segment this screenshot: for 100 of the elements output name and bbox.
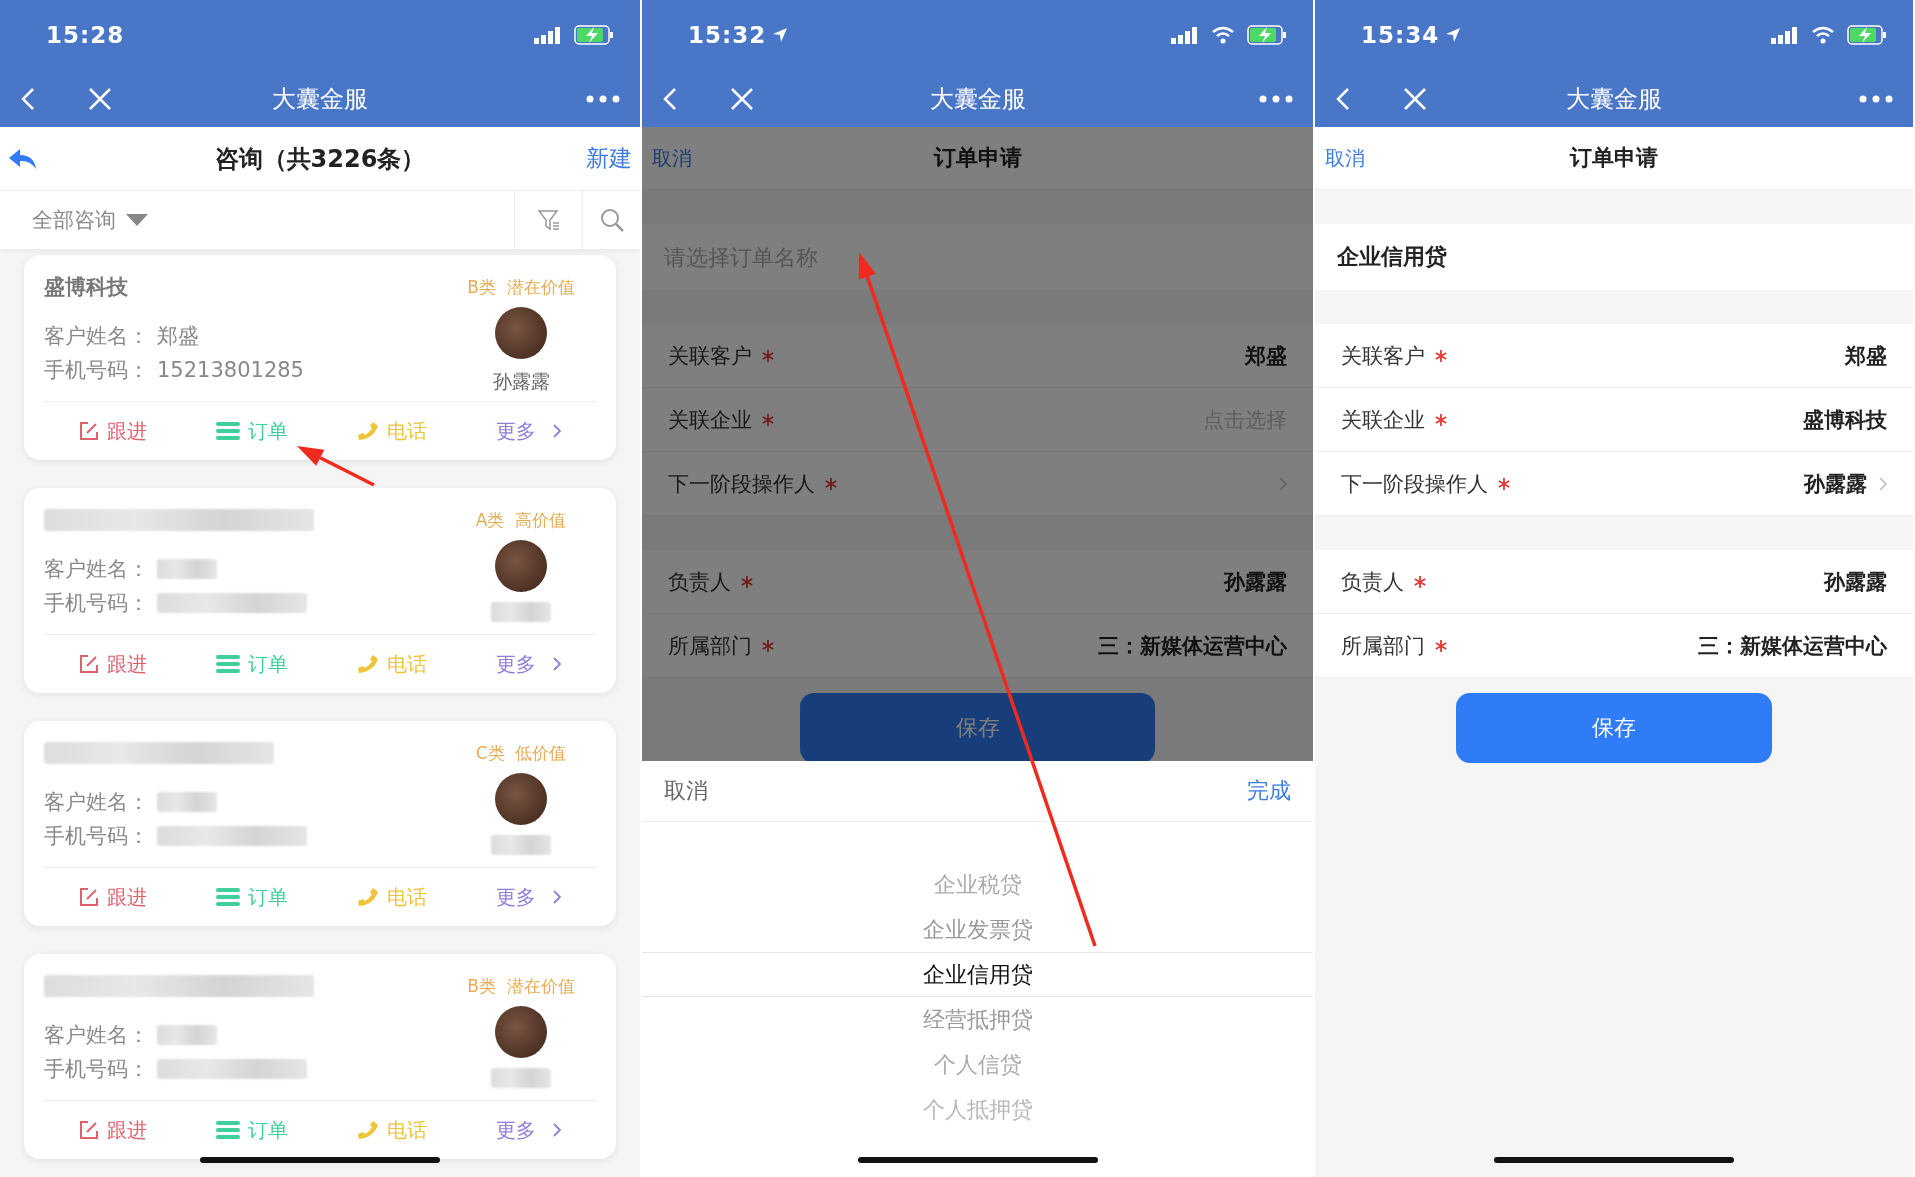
form-row[interactable]: 下一阶段操作人 孙露露: [1315, 452, 1913, 516]
consultation-card[interactable]: 客户姓名： 手机号码： A类 高价值 跟进 订单 电话 更多: [24, 488, 616, 693]
redacted-text: [491, 602, 551, 622]
battery-icon: [574, 25, 614, 45]
form-row[interactable]: 所属部门 三：新媒体运营中心: [1315, 614, 1913, 678]
picker-option[interactable]: 个人信贷: [642, 1042, 1313, 1087]
redacted-text: [157, 1025, 217, 1045]
save-button[interactable]: 保存: [1455, 693, 1773, 763]
field-label: 手机号码：: [44, 590, 149, 617]
signal-icon: [1771, 26, 1799, 44]
form-row[interactable]: 负责人 孙露露: [642, 550, 1313, 614]
order-action[interactable]: 订单: [215, 883, 288, 911]
status-time: 15:32: [688, 22, 767, 48]
category-tag: B类 潜在价值: [467, 966, 575, 1006]
field-label: 所属部门: [668, 632, 752, 660]
order-action[interactable]: 订单: [215, 417, 288, 445]
picker-option[interactable]: 企业税贷: [642, 862, 1313, 907]
company-name: 盛博科技: [44, 274, 128, 301]
redacted-text: [491, 835, 551, 855]
signal-icon: [534, 26, 562, 44]
picker-cancel-button[interactable]: 取消: [664, 776, 708, 806]
follow-action[interactable]: 跟进: [78, 650, 147, 678]
close-icon[interactable]: [1403, 86, 1427, 111]
order-action[interactable]: 订单: [215, 1116, 288, 1144]
status-time: 15:28: [46, 22, 125, 48]
app-title: 大囊金服: [1566, 83, 1662, 115]
close-icon[interactable]: [88, 86, 112, 111]
category-tag: C类 低价值: [475, 733, 567, 773]
more-action[interactable]: 更多: [495, 650, 562, 678]
field-label: 客户姓名：: [44, 323, 149, 350]
field-value: 孙露露: [1224, 568, 1287, 596]
follow-action[interactable]: 跟进: [78, 417, 147, 445]
picker-option[interactable]: 企业发票贷: [642, 907, 1313, 952]
follow-action[interactable]: 跟进: [78, 883, 147, 911]
back-icon[interactable]: [662, 86, 678, 111]
field-label: 客户姓名：: [44, 1022, 149, 1049]
form-title: 订单申请: [1570, 144, 1658, 172]
more-icon[interactable]: [1859, 94, 1893, 103]
chevron-icon: [551, 423, 562, 439]
more-icon[interactable]: [586, 94, 620, 103]
more-icon[interactable]: [1259, 94, 1293, 103]
field-label: 关联企业: [1341, 406, 1425, 434]
battery-icon: [1247, 25, 1287, 45]
owner-name: 孙露露: [492, 369, 550, 394]
avatar: [495, 1006, 547, 1058]
consultation-card[interactable]: 盛博科技 客户姓名： 郑盛 手机号码： 15213801285 B类 潜在价值 孙露露 跟进 订单 电话 更多: [24, 255, 616, 460]
chevron-icon: [551, 889, 562, 905]
new-button[interactable]: 新建: [586, 143, 632, 174]
battery-icon: [1847, 25, 1887, 45]
cancel-button[interactable]: 取消: [1325, 144, 1365, 172]
follow-action[interactable]: 跟进: [78, 1116, 147, 1144]
cancel-button[interactable]: 取消: [652, 144, 692, 172]
more-action[interactable]: 更多: [495, 417, 562, 445]
consultation-card[interactable]: 客户姓名： 手机号码： C类 低价值 跟进 订单 电话 更多: [24, 721, 616, 926]
order-action[interactable]: 订单: [215, 650, 288, 678]
avatar: [495, 773, 547, 825]
picker-option[interactable]: 经营抵押贷: [642, 997, 1313, 1042]
picker-option[interactable]: 企业信用贷: [642, 952, 1313, 997]
back-icon[interactable]: [20, 86, 36, 111]
field-label: 关联客户: [1341, 342, 1425, 370]
form-row[interactable]: 下一阶段操作人: [642, 452, 1313, 516]
order-name-field[interactable]: 企业信用贷: [1315, 224, 1913, 290]
form-row[interactable]: 关联企业 盛博科技: [1315, 388, 1913, 452]
field-label: 关联企业: [668, 406, 752, 434]
category-tag: A类 高价值: [475, 500, 567, 540]
close-icon[interactable]: [730, 86, 754, 111]
consultation-card[interactable]: 客户姓名： 手机号码： B类 潜在价值 跟进 订单 电话 更多: [24, 954, 616, 1159]
avatar: [495, 307, 547, 359]
app-title: 大囊金服: [272, 83, 368, 115]
redacted-text: [157, 792, 217, 812]
form-title: 订单申请: [933, 144, 1022, 172]
category-tag: B类 潜在价值: [467, 267, 575, 307]
more-action[interactable]: 更多: [495, 1116, 562, 1144]
back-icon[interactable]: [1335, 86, 1351, 111]
field-label: 客户姓名：: [44, 789, 149, 816]
more-action[interactable]: 更多: [495, 883, 562, 911]
page-title: 咨询（共3226条）: [214, 143, 426, 175]
caret-icon: [126, 214, 148, 226]
field-value: 盛博科技: [1803, 406, 1887, 434]
field-value: 15213801285: [157, 358, 304, 382]
chevron-icon: [551, 1122, 562, 1138]
save-button[interactable]: 保存: [799, 693, 1156, 761]
form-row[interactable]: 关联客户 郑盛: [642, 324, 1313, 388]
picker-option[interactable]: 个人抵押贷: [642, 1087, 1313, 1132]
form-row[interactable]: 负责人 孙露露: [1315, 550, 1913, 614]
app-title: 大囊金服: [929, 83, 1026, 115]
form-row[interactable]: 所属部门 三：新媒体运营中心: [642, 614, 1313, 678]
field-value: 三：新媒体运营中心: [1698, 632, 1887, 660]
signal-icon: [1171, 26, 1199, 44]
field-label: 负责人: [668, 568, 731, 596]
status-time: 15:34: [1361, 22, 1440, 48]
field-label: 下一阶段操作人: [668, 470, 815, 498]
field-label: 手机号码：: [44, 1056, 149, 1083]
field-label: 客户姓名：: [44, 556, 149, 583]
avatar: [495, 540, 547, 592]
form-row[interactable]: 关联客户 郑盛: [1315, 324, 1913, 388]
picker-done-button[interactable]: 完成: [1247, 776, 1291, 806]
redacted-text: [491, 1068, 551, 1088]
field-label: 手机号码：: [44, 823, 149, 850]
field-label: 下一阶段操作人: [1341, 470, 1488, 498]
